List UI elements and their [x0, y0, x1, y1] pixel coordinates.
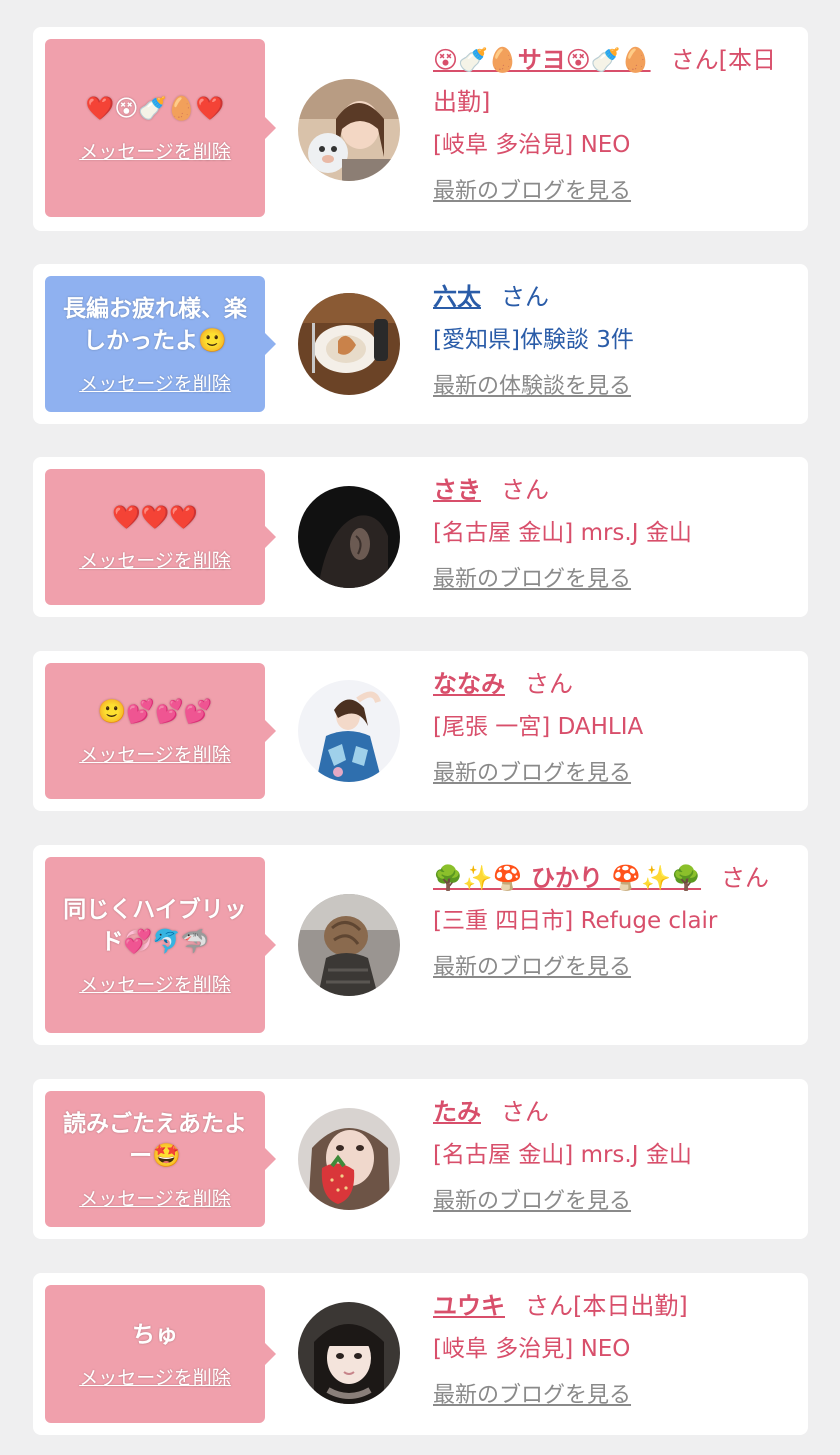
message-list: ❤️😵🍼🥚❤️ メッセージを削除 😵🍼🥚サヨ😵🍼🥚 さん[本日出勤] [岐阜 多治… — [0, 0, 840, 1455]
honorific: さん — [501, 283, 549, 311]
message-card: 長編お疲れ様、楽しかったよ🙂 メッセージを削除 六太 さん [愛知県]体験談 3件… — [33, 264, 808, 424]
message-bubble: 長編お疲れ様、楽しかったよ🙂 メッセージを削除 — [45, 276, 276, 412]
message-card: 🙂💕💕💕 メッセージを削除 ななみ さん [尾張 一宮] DAHLIA 最新のブロ… — [33, 651, 808, 811]
message-text: ちゅ — [132, 1321, 178, 1348]
avatar[interactable] — [298, 486, 400, 588]
sender-name-link[interactable]: 😵🍼🥚サヨ😵🍼🥚 — [433, 46, 651, 74]
sender-info: 六太 さん [愛知県]体験談 3件 最新の体験談を見る — [433, 276, 795, 402]
shop-label: [名古屋 金山] mrs.J 金山 — [433, 1142, 692, 1168]
sender-name-link[interactable]: さき — [433, 476, 481, 504]
shop-label: [岐阜 多治見] NEO — [433, 132, 631, 158]
message-bubble: ❤️😵🍼🥚❤️ メッセージを削除 — [45, 39, 276, 217]
sender-name-line: ユウキ さん[本日出勤] — [433, 1285, 795, 1327]
avatar[interactable] — [298, 1108, 400, 1210]
sender-info: さき さん [名古屋 金山] mrs.J 金山 最新のブログを見る — [433, 469, 795, 595]
latest-blog-link[interactable]: 最新のブログを見る — [433, 1381, 631, 1411]
delete-message-link[interactable]: メッセージを削除 — [79, 740, 231, 767]
honorific: さん[本日出勤] — [525, 1292, 688, 1320]
sender-name-link[interactable]: 🌳✨🍄 ひかり 🍄✨🌳 — [433, 864, 701, 892]
message-card: ❤️😵🍼🥚❤️ メッセージを削除 😵🍼🥚サヨ😵🍼🥚 さん[本日出勤] [岐阜 多治… — [33, 27, 808, 231]
message-card: 同じくハイブリッド💞🐬🦈 メッセージを削除 🌳✨🍄 ひかり 🍄✨🌳 さん [三重 … — [33, 845, 808, 1045]
sender-name-line: 六太 さん — [433, 276, 795, 318]
honorific: さん — [721, 864, 770, 892]
message-text: 同じくハイブリッド💞🐬🦈 — [63, 896, 247, 955]
sender-name-link[interactable]: 六太 — [433, 283, 481, 311]
honorific: さん — [525, 670, 573, 698]
latest-review-link[interactable]: 最新の体験談を見る — [433, 372, 631, 402]
avatar[interactable] — [298, 894, 400, 996]
sender-name-line: ななみ さん — [433, 663, 795, 705]
sender-name-link[interactable]: ユウキ — [433, 1292, 505, 1320]
message-bubble: ❤️❤️❤️ メッセージを削除 — [45, 469, 276, 605]
message-bubble: ちゅ メッセージを削除 — [45, 1285, 276, 1423]
message-text: 🙂💕💕💕 — [97, 698, 213, 725]
message-card: ちゅ メッセージを削除 ユウキ さん[本日出勤] [岐阜 多治見] NEO 最新の… — [33, 1273, 808, 1435]
avatar[interactable] — [298, 293, 400, 395]
sender-name-line: 😵🍼🥚サヨ😵🍼🥚 さん[本日出勤] — [433, 39, 795, 123]
sender-info: たみ さん [名古屋 金山] mrs.J 金山 最新のブログを見る — [433, 1091, 795, 1217]
shop-label: [愛知県]体験談 3件 — [433, 327, 634, 353]
latest-blog-link[interactable]: 最新のブログを見る — [433, 953, 631, 983]
message-text: ❤️❤️❤️ — [112, 504, 198, 531]
latest-blog-link[interactable]: 最新のブログを見る — [433, 759, 631, 789]
delete-message-link[interactable]: メッセージを削除 — [79, 1184, 231, 1211]
honorific: さん — [501, 1098, 549, 1126]
message-bubble: 読みごたえあたよー🤩 メッセージを削除 — [45, 1091, 276, 1227]
delete-message-link[interactable]: メッセージを削除 — [79, 137, 231, 164]
message-card: 読みごたえあたよー🤩 メッセージを削除 たみ さん [名古屋 金山] mrs.J… — [33, 1079, 808, 1239]
latest-blog-link[interactable]: 最新のブログを見る — [433, 565, 631, 595]
message-text: ❤️😵🍼🥚❤️ — [85, 95, 225, 122]
shop-label: [三重 四日市] Refuge clair — [433, 908, 718, 934]
shop-label: [名古屋 金山] mrs.J 金山 — [433, 520, 692, 546]
honorific: さん — [501, 476, 549, 504]
sender-info: ななみ さん [尾張 一宮] DAHLIA 最新のブログを見る — [433, 663, 795, 789]
message-text: 長編お疲れ様、楽しかったよ🙂 — [63, 295, 247, 354]
latest-blog-link[interactable]: 最新のブログを見る — [433, 177, 631, 207]
sender-info: 😵🍼🥚サヨ😵🍼🥚 さん[本日出勤] [岐阜 多治見] NEO 最新のブログを見る — [433, 39, 795, 207]
delete-message-link[interactable]: メッセージを削除 — [79, 546, 231, 573]
sender-name-link[interactable]: ななみ — [433, 670, 505, 698]
shop-label: [岐阜 多治見] NEO — [433, 1336, 631, 1362]
sender-info: 🌳✨🍄 ひかり 🍄✨🌳 さん [三重 四日市] Refuge clair 最新のブ… — [433, 857, 795, 983]
message-bubble: 同じくハイブリッド💞🐬🦈 メッセージを削除 — [45, 857, 276, 1033]
sender-info: ユウキ さん[本日出勤] [岐阜 多治見] NEO 最新のブログを見る — [433, 1285, 795, 1411]
shop-label: [尾張 一宮] DAHLIA — [433, 714, 644, 740]
latest-blog-link[interactable]: 最新のブログを見る — [433, 1187, 631, 1217]
avatar[interactable] — [298, 1302, 400, 1404]
message-text: 読みごたえあたよー🤩 — [63, 1110, 247, 1169]
sender-name-line: 🌳✨🍄 ひかり 🍄✨🌳 さん — [433, 857, 795, 899]
avatar[interactable] — [298, 79, 400, 181]
delete-message-link[interactable]: メッセージを削除 — [79, 369, 231, 396]
message-card: ❤️❤️❤️ メッセージを削除 さき さん [名古屋 金山] mrs.J 金山 最… — [33, 457, 808, 617]
avatar[interactable] — [298, 680, 400, 782]
sender-name-line: さき さん — [433, 469, 795, 511]
sender-name-link[interactable]: たみ — [433, 1098, 481, 1126]
delete-message-link[interactable]: メッセージを削除 — [79, 970, 231, 997]
message-bubble: 🙂💕💕💕 メッセージを削除 — [45, 663, 276, 799]
sender-name-line: たみ さん — [433, 1091, 795, 1133]
delete-message-link[interactable]: メッセージを削除 — [79, 1363, 231, 1390]
